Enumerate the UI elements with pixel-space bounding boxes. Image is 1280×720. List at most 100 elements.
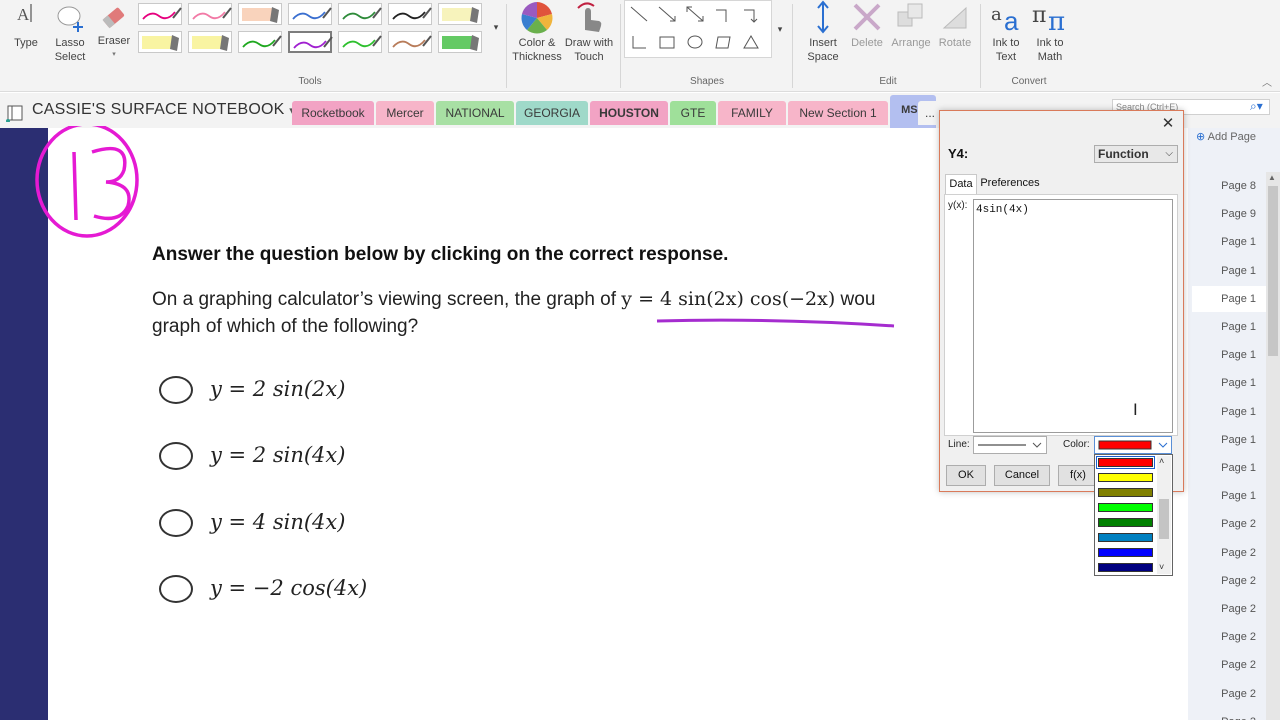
page-list-item[interactable]: Page 2 — [1192, 709, 1266, 720]
color-option-swatch[interactable] — [1098, 563, 1153, 572]
section-tab-gte[interactable]: GTE — [670, 101, 716, 125]
rectangle-shape-icon[interactable] — [656, 32, 678, 52]
line-style-select[interactable] — [973, 436, 1047, 454]
section-tab-new-section-1[interactable]: New Section 1 — [788, 101, 888, 125]
section-tab-houston[interactable]: HOUSTON — [590, 101, 668, 125]
cancel-button[interactable]: Cancel — [994, 465, 1050, 486]
pen-swatch[interactable] — [188, 3, 232, 25]
page-list-item[interactable]: Page 1 — [1192, 399, 1266, 425]
answer-option-text[interactable]: y = 2 sin(4x) — [210, 443, 345, 467]
color-option-swatch[interactable] — [1098, 518, 1153, 527]
section-tab-georgia[interactable]: GEORGIA — [516, 101, 588, 125]
tab-preferences[interactable]: Preferences — [979, 174, 1041, 194]
answer-radio[interactable] — [159, 442, 193, 470]
pen-swatch[interactable] — [238, 3, 282, 25]
ink-to-text-button[interactable]: aa Ink to Text — [984, 0, 1028, 64]
lasso-select-button[interactable]: Lasso Select — [50, 2, 90, 64]
answer-radio[interactable] — [159, 376, 193, 404]
ink-to-math-button[interactable]: ππ Ink to Math — [1028, 0, 1072, 64]
page-list-item[interactable]: Page 1 — [1192, 314, 1266, 340]
delete-button[interactable]: Delete — [846, 0, 888, 50]
draw-with-touch-button[interactable]: Draw with Touch — [562, 0, 616, 64]
page-list-item[interactable]: Page 2 — [1192, 652, 1266, 678]
pen-swatch[interactable] — [338, 3, 382, 25]
page-list-item[interactable]: Page 8 — [1192, 173, 1266, 199]
pen-swatch[interactable] — [388, 3, 432, 25]
xy-axis-shape-icon[interactable] — [628, 32, 650, 52]
color-list-scroll-thumb[interactable] — [1159, 499, 1169, 539]
page-list-item[interactable]: Page 1 — [1192, 285, 1266, 312]
color-option-swatch[interactable] — [1098, 533, 1153, 542]
page-list-item[interactable]: Page 1 — [1192, 342, 1266, 368]
section-tab-national[interactable]: NATIONAL — [436, 101, 514, 125]
page-list-item[interactable]: Page 1 — [1192, 427, 1266, 453]
answer-option-text[interactable]: y = −2 cos(4x) — [210, 576, 367, 600]
pen-swatch[interactable] — [138, 31, 182, 53]
page-list-item[interactable]: Page 1 — [1192, 455, 1266, 481]
triangle-shape-icon[interactable] — [740, 32, 762, 52]
parallelogram-shape-icon[interactable] — [712, 32, 734, 52]
pen-swatch[interactable] — [388, 31, 432, 53]
pen-swatch[interactable] — [238, 31, 282, 53]
collapse-ribbon-icon[interactable]: ︿ — [1262, 74, 1272, 89]
search-icon[interactable]: ⌕▾ — [1250, 99, 1263, 114]
page-list-item[interactable]: Page 2 — [1192, 596, 1266, 622]
function-expression-input[interactable]: 4sin(4x) — [973, 199, 1173, 433]
scroll-down-icon[interactable]: ˅ — [1159, 562, 1164, 572]
answer-radio[interactable] — [159, 575, 193, 603]
pen-swatch[interactable] — [288, 31, 333, 53]
close-icon[interactable]: ✕ — [1160, 116, 1176, 132]
arrow-shape-icon[interactable] — [656, 4, 678, 24]
pen-swatch[interactable] — [188, 31, 232, 53]
axis-shape-icon[interactable] — [712, 4, 734, 24]
page-list-item[interactable]: Page 1 — [1192, 258, 1266, 284]
ellipse-shape-icon[interactable] — [684, 32, 706, 52]
page-list-item[interactable]: Page 1 — [1192, 370, 1266, 396]
eraser-dropdown-icon[interactable]: ▾ — [94, 48, 134, 62]
pen-swatch[interactable] — [438, 31, 482, 53]
function-type-select[interactable]: Function ⌵ — [1094, 145, 1178, 163]
notebook-title[interactable]: CASSIE'S SURFACE NOTEBOOK ▾ — [32, 101, 295, 119]
arrange-button[interactable]: Arrange — [888, 0, 934, 50]
tab-data[interactable]: Data — [945, 174, 977, 194]
section-tab-rocketbook[interactable]: Rocketbook — [292, 101, 374, 125]
answer-option-text[interactable]: y = 2 sin(2x) — [210, 377, 345, 401]
scroll-up-icon[interactable]: ▲ — [1268, 173, 1276, 182]
page-list-item[interactable]: Page 1 — [1192, 229, 1266, 255]
pen-swatch[interactable] — [138, 3, 182, 25]
answer-radio[interactable] — [159, 509, 193, 537]
pen-swatch[interactable] — [288, 3, 332, 25]
page-list-item[interactable]: Page 2 — [1192, 624, 1266, 650]
double-arrow-shape-icon[interactable] — [684, 4, 706, 24]
add-page-button[interactable]: ⊕ Add Page — [1196, 130, 1280, 150]
pen-swatch[interactable] — [438, 3, 482, 25]
page-list-item[interactable]: Page 2 — [1192, 681, 1266, 707]
section-tab-family[interactable]: FAMILY — [718, 101, 786, 125]
page-list-item[interactable]: Page 2 — [1192, 540, 1266, 566]
color-option-swatch[interactable] — [1098, 548, 1153, 557]
pen-swatch[interactable] — [338, 31, 382, 53]
page-list-item[interactable]: Page 1 — [1192, 483, 1266, 509]
color-option-swatch[interactable] — [1098, 503, 1153, 512]
color-option-swatch[interactable] — [1098, 473, 1153, 482]
page-list-item[interactable]: Page 9 — [1192, 201, 1266, 227]
color-thickness-button[interactable]: Color & Thickness — [510, 0, 564, 64]
page-list-scroll-thumb[interactable] — [1268, 186, 1278, 356]
section-tab-mercer[interactable]: Mercer — [376, 101, 434, 125]
type-button[interactable]: A Type — [8, 2, 44, 50]
scroll-up-icon[interactable]: ˄ — [1159, 456, 1164, 466]
color-option-swatch[interactable] — [1098, 488, 1153, 497]
color-option-swatch[interactable] — [1096, 456, 1155, 469]
rotate-button[interactable]: Rotate — [934, 0, 976, 50]
axis-arrow-shape-icon[interactable] — [740, 4, 762, 24]
page-list-item[interactable]: Page 2 — [1192, 568, 1266, 594]
line-shape-icon[interactable] — [628, 4, 650, 24]
color-select[interactable] — [1094, 436, 1172, 454]
insert-space-button[interactable]: Insert Space — [800, 0, 846, 64]
pen-gallery-more-icon[interactable]: ▾ — [490, 20, 502, 34]
page-list-item[interactable]: Page 2 — [1192, 511, 1266, 537]
shapes-more-icon[interactable]: ▾ — [774, 22, 786, 36]
answer-option-text[interactable]: y = 4 sin(4x) — [210, 510, 345, 534]
ok-button[interactable]: OK — [946, 465, 986, 486]
fx-button[interactable]: f(x) — [1058, 465, 1098, 486]
